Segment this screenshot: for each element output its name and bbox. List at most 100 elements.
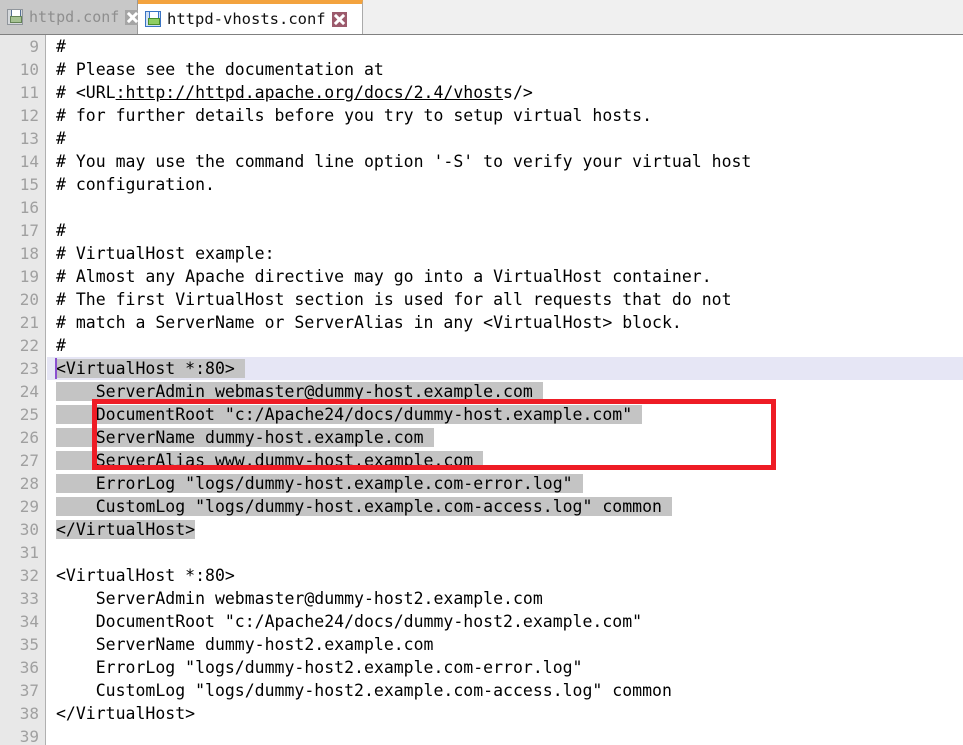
selected-text: ServerAlias www.dummy-host.example.com: [56, 451, 484, 470]
code-text: # You may use the command line option '-…: [56, 152, 752, 171]
floppy-disk-icon: [7, 9, 23, 25]
code-line[interactable]: <VirtualHost *:80>: [47, 564, 963, 587]
code-line[interactable]: # VirtualHost example:: [47, 242, 963, 265]
code-text: </VirtualHost>: [56, 704, 196, 723]
line-number: 30: [19, 520, 39, 539]
selected-text: ServerName dummy-host.example.com: [56, 428, 434, 447]
line-number: 20: [19, 290, 39, 309]
line-number: 26: [19, 428, 39, 447]
line-number: 10: [19, 60, 39, 79]
code-line[interactable]: [47, 541, 963, 564]
line-number: 21: [19, 313, 39, 332]
line-number: 19: [19, 267, 39, 286]
line-number: 37: [19, 681, 39, 700]
line-number: 33: [19, 589, 39, 608]
line-number: 9: [29, 37, 39, 56]
code-text: ErrorLog "logs/dummy-host2.example.com-e…: [56, 658, 583, 677]
selected-text: </VirtualHost>: [56, 520, 196, 539]
code-text: #: [56, 129, 66, 148]
code-text: # configuration.: [56, 175, 215, 194]
code-line[interactable]: #: [47, 219, 963, 242]
line-number-gutter: 9 10 11 12 13 14 15 16 17 18 19 20 21 22 23 24 25 26 27 28 2…: [0, 35, 46, 745]
code-line[interactable]: CustomLog "logs/dummy-host.example.com-a…: [47, 495, 963, 518]
tab-httpd-conf[interactable]: httpd.conf: [0, 0, 141, 34]
line-number: 27: [19, 451, 39, 470]
code-line[interactable]: ServerName dummy-host2.example.com: [47, 633, 963, 656]
code-text: # <URL: [56, 83, 116, 102]
selected-text: CustomLog "logs/dummy-host.example.com-a…: [56, 497, 672, 516]
code-line[interactable]: # configuration.: [47, 173, 963, 196]
code-text: DocumentRoot "c:/Apache24/docs/dummy-hos…: [56, 612, 643, 631]
code-line[interactable]: # You may use the command line option '-…: [47, 150, 963, 173]
code-line[interactable]: ServerAdmin webmaster@dummy-host.example…: [47, 380, 963, 403]
code-line[interactable]: #: [47, 35, 963, 58]
code-line[interactable]: </VirtualHost>: [47, 518, 963, 541]
code-line[interactable]: # The first VirtualHost section is used …: [47, 288, 963, 311]
code-line[interactable]: <VirtualHost *:80>: [47, 357, 963, 380]
line-number: 38: [19, 704, 39, 723]
line-number: 23: [19, 359, 39, 378]
code-line[interactable]: DocumentRoot "c:/Apache24/docs/dummy-hos…: [47, 403, 963, 426]
tab-httpd-vhosts-conf[interactable]: httpd-vhosts.conf: [138, 0, 363, 34]
line-number: 28: [19, 474, 39, 493]
selected-text: DocumentRoot "c:/Apache24/docs/dummy-hos…: [56, 405, 643, 424]
code-line[interactable]: # Almost any Apache directive may go int…: [47, 265, 963, 288]
code-text: # The first VirtualHost section is used …: [56, 290, 732, 309]
line-number: 17: [19, 221, 39, 240]
code-line[interactable]: # <URL:http://httpd.apache.org/docs/2.4/…: [47, 81, 963, 104]
line-number: 11: [19, 83, 39, 102]
line-number: 22: [19, 336, 39, 355]
code-line[interactable]: ServerAdmin webmaster@dummy-host2.exampl…: [47, 587, 963, 610]
line-number: 34: [19, 612, 39, 631]
code-text: #: [56, 221, 66, 240]
line-number: 15: [19, 175, 39, 194]
line-number: 39: [19, 727, 39, 745]
url-link[interactable]: :http://httpd.apache.org/docs/2.4/vhost: [116, 83, 503, 102]
code-editor[interactable]: 9 10 11 12 13 14 15 16 17 18 19 20 21 22 23 24 25 26 27 28 2…: [0, 35, 963, 745]
floppy-disk-icon: [145, 11, 161, 27]
tab-label: httpd-vhosts.conf: [167, 10, 326, 28]
code-line[interactable]: ErrorLog "logs/dummy-host.example.com-er…: [47, 472, 963, 495]
code-line[interactable]: #: [47, 334, 963, 357]
code-text: ServerName dummy-host2.example.com: [56, 635, 434, 654]
code-line[interactable]: # Please see the documentation at: [47, 58, 963, 81]
code-text: CustomLog "logs/dummy-host2.example.com-…: [56, 681, 672, 700]
code-text: # Almost any Apache directive may go int…: [56, 267, 712, 286]
code-line[interactable]: ServerAlias www.dummy-host.example.com: [47, 449, 963, 472]
code-line[interactable]: ErrorLog "logs/dummy-host2.example.com-e…: [47, 656, 963, 679]
selected-text: <VirtualHost *:80>: [56, 359, 245, 378]
code-line[interactable]: CustomLog "logs/dummy-host2.example.com-…: [47, 679, 963, 702]
line-number: 29: [19, 497, 39, 516]
code-line[interactable]: [47, 196, 963, 219]
line-number: 35: [19, 635, 39, 654]
close-icon[interactable]: [331, 11, 347, 27]
line-number: 31: [19, 543, 39, 562]
tab-bar: httpd.conf httpd-vhosts.conf: [0, 0, 963, 35]
code-text: # for further details before you try to …: [56, 106, 653, 125]
code-text: #: [56, 336, 66, 355]
tab-label: httpd.conf: [29, 8, 120, 26]
code-line[interactable]: # for further details before you try to …: [47, 104, 963, 127]
text-caret: [55, 358, 57, 379]
line-number: 14: [19, 152, 39, 171]
code-text: # VirtualHost example:: [56, 244, 275, 263]
code-text-area[interactable]: # # Please see the documentation at # <URL…: [47, 35, 963, 745]
line-number: 18: [19, 244, 39, 263]
code-line[interactable]: #: [47, 127, 963, 150]
code-line[interactable]: # match a ServerName or ServerAlias in a…: [47, 311, 963, 334]
line-number: 36: [19, 658, 39, 677]
line-number: 12: [19, 106, 39, 125]
line-number: 16: [19, 198, 39, 217]
code-text: #: [56, 37, 66, 56]
code-text: # Please see the documentation at: [56, 60, 384, 79]
code-line[interactable]: DocumentRoot "c:/Apache24/docs/dummy-hos…: [47, 610, 963, 633]
code-text: # match a ServerName or ServerAlias in a…: [56, 313, 682, 332]
code-line[interactable]: [47, 725, 963, 745]
code-line[interactable]: </VirtualHost>: [47, 702, 963, 725]
line-number: 24: [19, 382, 39, 401]
line-number: 32: [19, 566, 39, 585]
code-line[interactable]: ServerName dummy-host.example.com: [47, 426, 963, 449]
line-number: 13: [19, 129, 39, 148]
line-number: 25: [19, 405, 39, 424]
selected-text: ErrorLog "logs/dummy-host.example.com-er…: [56, 474, 583, 493]
